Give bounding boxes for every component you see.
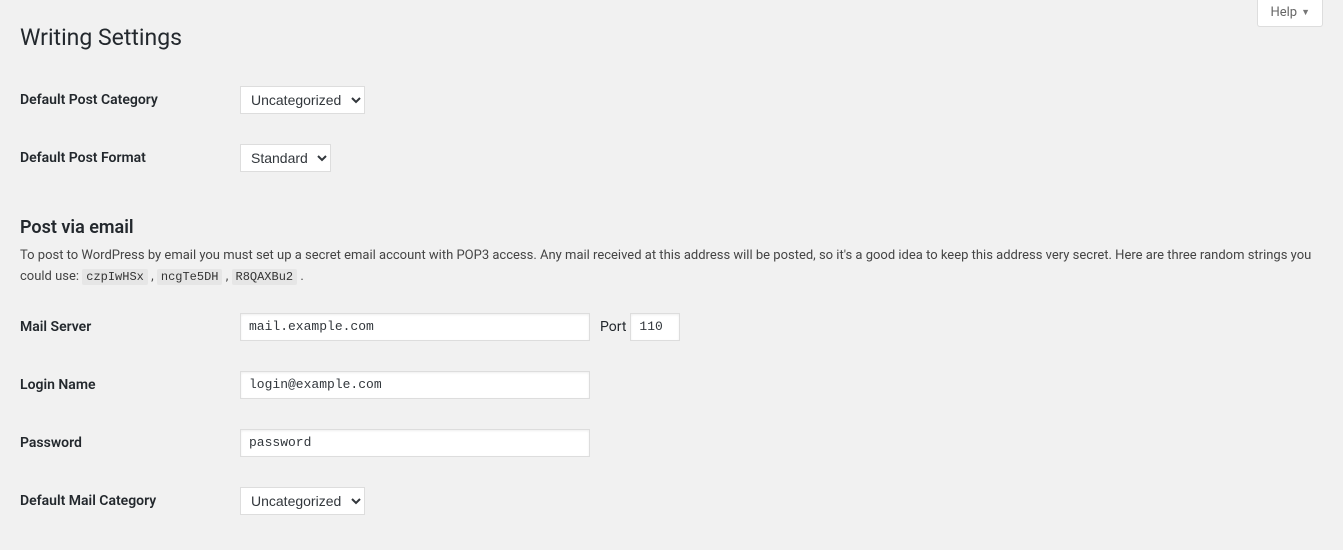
random-string-2: ncgTe5DH <box>157 269 223 285</box>
random-string-3: R8QAXBu2 <box>232 269 298 285</box>
default-post-format-select[interactable]: Standard <box>240 144 331 172</box>
default-post-category-select[interactable]: Uncategorized <box>240 86 365 114</box>
help-label: Help <box>1270 5 1297 20</box>
login-name-label: Login Name <box>20 356 240 414</box>
port-label: Port <box>600 319 626 335</box>
default-post-category-label: Default Post Category <box>20 71 240 129</box>
mail-server-label: Mail Server <box>20 298 240 356</box>
post-via-email-heading: Post via email <box>20 217 1323 238</box>
random-string-1: czpIwHSx <box>82 269 148 285</box>
default-mail-category-select[interactable]: Uncategorized <box>240 487 365 515</box>
default-post-format-label: Default Post Format <box>20 129 240 187</box>
help-tab[interactable]: Help ▼ <box>1257 0 1323 27</box>
page-title: Writing Settings <box>20 24 1323 51</box>
port-input[interactable] <box>630 313 680 341</box>
password-input[interactable] <box>240 429 590 457</box>
login-name-input[interactable] <box>240 371 590 399</box>
mail-server-input[interactable] <box>240 313 590 341</box>
chevron-down-icon: ▼ <box>1301 7 1310 18</box>
default-mail-category-label: Default Mail Category <box>20 472 240 530</box>
password-label: Password <box>20 414 240 472</box>
post-via-email-description: To post to WordPress by email you must s… <box>20 246 1323 288</box>
